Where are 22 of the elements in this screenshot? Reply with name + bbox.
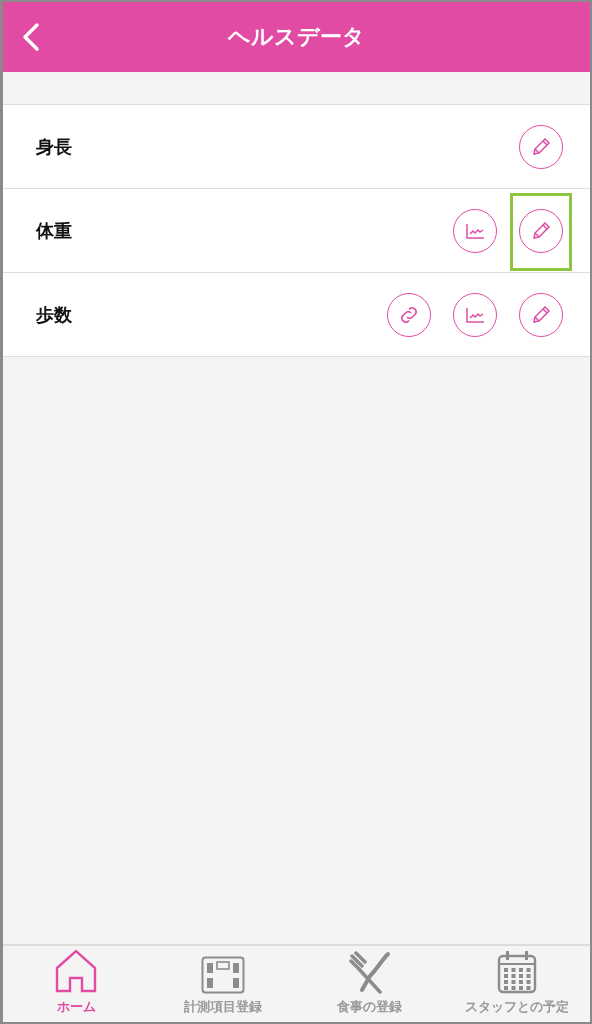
edit-button[interactable] <box>519 124 563 169</box>
fork-knife-icon <box>347 950 392 994</box>
tab-item[interactable]: 計測項目登録 <box>149 946 297 1022</box>
header-title: ヘルスデータ <box>228 23 365 51</box>
scale-icon <box>201 956 246 994</box>
tab-item[interactable]: ホーム <box>3 946 150 1022</box>
link-button[interactable] <box>387 292 431 337</box>
edit-button[interactable] <box>519 292 563 337</box>
chart-button[interactable] <box>453 208 497 253</box>
chart-button[interactable] <box>453 292 497 337</box>
row-label: 体重 <box>36 218 72 243</box>
row-label: 歩数 <box>36 302 72 327</box>
calendar-icon <box>496 950 537 994</box>
tab-item[interactable]: スタッフとの予定 <box>443 946 590 1022</box>
tab-label: 計測項目登録 <box>184 998 263 1016</box>
tab-item[interactable]: 食事の登録 <box>296 946 444 1022</box>
tab-label: スタッフとの予定 <box>464 998 569 1016</box>
edit-button[interactable] <box>519 208 563 253</box>
row-label: 身長 <box>36 134 72 159</box>
tab-label: ホーム <box>56 998 96 1016</box>
back-icon <box>22 22 40 52</box>
tab-label: 食事の登録 <box>337 998 403 1016</box>
